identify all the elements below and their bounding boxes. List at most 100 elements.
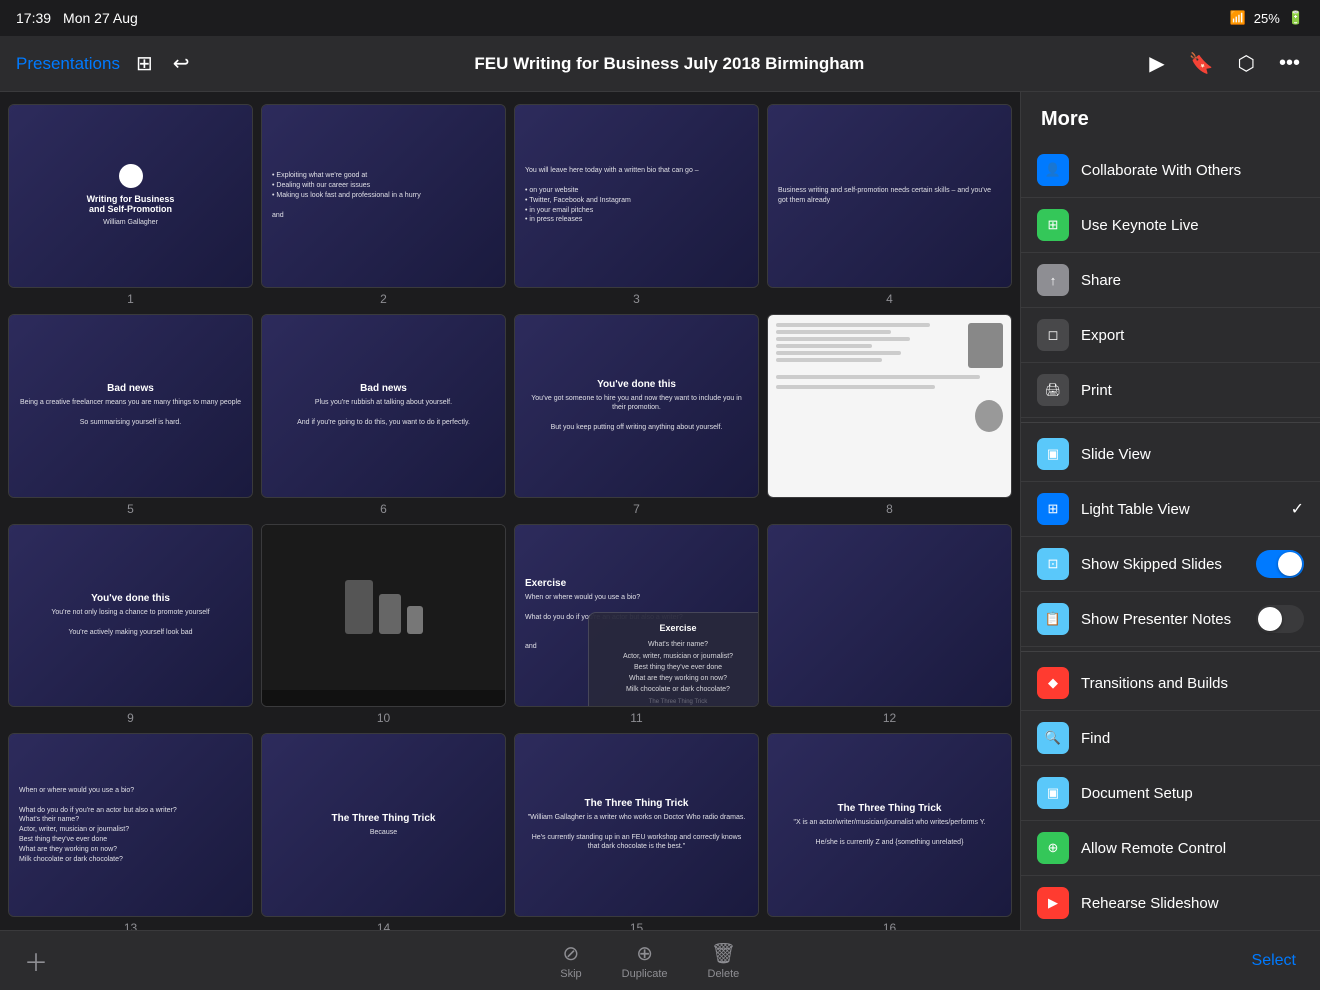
separator-transitions [1021,651,1320,652]
menu-icon-print: 🖨 [1037,374,1069,406]
slide-number-11: 11 [630,711,642,725]
slide-item-5[interactable]: Bad news Being a creative freelancer mea… [8,314,253,516]
main-area: Writing for Businessand Self-Promotion W… [0,92,1320,930]
slide-item-9[interactable]: You've done this You're not only losing … [8,524,253,726]
presentations-button[interactable]: Presentations [16,54,120,74]
slides-grid: Writing for Businessand Self-Promotion W… [8,104,1012,930]
play-button[interactable]: ▶ [1145,47,1168,80]
slide-item-7[interactable]: You've done this You've got someone to h… [514,314,759,516]
menu-item-remote[interactable]: ⊕ Allow Remote Control [1021,821,1320,876]
skip-button[interactable]: ⊘ Skip [560,941,581,980]
bottom-toolbar: ＋ ⊘ Skip ⊕ Duplicate 🗑 Delete Select [0,930,1320,990]
slide-thumb-16: The Three Thing Trick "X is an actor/wri… [767,733,1012,917]
slide-thumb-4: Business writing and self-promotion need… [767,104,1012,288]
menu-item-transitions[interactable]: ◆ Transitions and Builds [1021,656,1320,711]
menu-item-show-skipped[interactable]: ⊡ Show Skipped Slides [1021,537,1320,592]
slide-number-8: 8 [886,502,893,516]
grid-view-button[interactable]: ⊞ [132,47,157,80]
duplicate-button[interactable]: ⊕ Duplicate [622,941,668,980]
slide-number-16: 16 [883,921,896,930]
slide-number-3: 3 [633,292,640,306]
menu-icon-share: ↑ [1037,264,1069,296]
menu-icon-presenter-notes: 📋 [1037,603,1069,635]
toolbar-center: FEU Writing for Business July 2018 Birmi… [193,54,1145,74]
menu-label-presenter-notes: Show Presenter Notes [1081,611,1256,628]
separator-slide-view [1021,422,1320,423]
document-title: FEU Writing for Business July 2018 Birmi… [474,54,864,73]
menu-icon-remote: ⊕ [1037,832,1069,864]
toggle-show-skipped[interactable] [1256,550,1304,578]
slide-number-2: 2 [380,292,387,306]
slide-item-3[interactable]: You will leave here today with a written… [514,104,759,306]
slide-item-8[interactable]: 8 [767,314,1012,516]
menu-item-presenter-notes[interactable]: 📋 Show Presenter Notes [1021,592,1320,647]
status-left: 17:39 Mon 27 Aug [16,10,138,26]
toolbar-right: ▶ 🔖 ⬡ ••• [1145,47,1304,80]
menu-item-light-table[interactable]: ⊞ Light Table View ✓ [1021,482,1320,537]
shape-button[interactable]: ⬡ [1234,47,1259,80]
time: 17:39 [16,10,51,26]
slide-item-11[interactable]: Exercise When or where would you use a b… [514,524,759,726]
menu-label-doc-setup: Document Setup [1081,785,1304,802]
menu-item-find[interactable]: 🔍 Find [1021,711,1320,766]
slide-item-4[interactable]: Business writing and self-promotion need… [767,104,1012,306]
menu-label-keynote-live: Use Keynote Live [1081,217,1304,234]
menu-item-export[interactable]: ◻ Export [1021,308,1320,363]
menu-label-collaborate: Collaborate With Others [1081,162,1304,179]
slide-item-14[interactable]: The Three Thing Trick Because 14 [261,733,506,930]
slide-item-10[interactable]: 10 [261,524,506,726]
menu-icon-export: ◻ [1037,319,1069,351]
slide-thumb-3: You will leave here today with a written… [514,104,759,288]
slide-item-12[interactable]: 12 [767,524,1012,726]
more-button[interactable]: ••• [1275,48,1304,79]
skip-label: Skip [560,968,581,980]
menu-item-print[interactable]: 🖨 Print [1021,363,1320,418]
date: Mon 27 Aug [63,10,138,26]
delete-button[interactable]: 🗑 Delete [708,941,740,980]
skip-icon: ⊘ [563,941,580,966]
slide-number-14: 14 [377,921,390,930]
slide-number-13: 13 [124,921,137,930]
menu-item-share[interactable]: ↑ Share [1021,253,1320,308]
menu-label-transitions: Transitions and Builds [1081,675,1304,692]
undo-button[interactable]: ↩ [169,47,194,80]
menu-label-light-table: Light Table View [1081,501,1291,518]
slide-item-15[interactable]: The Three Thing Trick "William Gallagher… [514,733,759,930]
slide-thumb-8 [767,314,1012,498]
menu-item-slide-view[interactable]: ▣ Slide View [1021,427,1320,482]
menu-icon-show-skipped: ⊡ [1037,548,1069,580]
slide-thumb-11: Exercise When or where would you use a b… [514,524,759,708]
menu-label-export: Export [1081,327,1304,344]
delete-label: Delete [708,968,740,980]
duplicate-label: Duplicate [622,968,668,980]
menu-item-collaborate[interactable]: 👤 Collaborate With Others [1021,143,1320,198]
toolbar-left: Presentations ⊞ ↩ [16,47,193,80]
slide-thumb-1: Writing for Businessand Self-Promotion W… [8,104,253,288]
slide-thumb-6: Bad news Plus you're rubbish at talking … [261,314,506,498]
slide-number-4: 4 [886,292,893,306]
menu-icon-slide-view: ▣ [1037,438,1069,470]
slide-number-9: 9 [127,711,134,725]
toggle-presenter-notes[interactable] [1256,605,1304,633]
slide-item-1[interactable]: Writing for Businessand Self-Promotion W… [8,104,253,306]
menu-icon-rehearse: ▶ [1037,887,1069,919]
menu-label-slide-view: Slide View [1081,446,1304,463]
tooltip-overlay: Exercise What's their name?Actor, writer… [588,612,759,707]
menu-item-rehearse[interactable]: ▶ Rehearse Slideshow [1021,876,1320,930]
select-button[interactable]: Select [1252,952,1296,970]
menu-item-keynote-live[interactable]: ⊞ Use Keynote Live [1021,198,1320,253]
slide-number-10: 10 [377,711,390,725]
slide-item-16[interactable]: The Three Thing Trick "X is an actor/wri… [767,733,1012,930]
slide-thumb-2: • Exploiting what we're good at• Dealing… [261,104,506,288]
battery-icon: 🔋 [1288,10,1304,26]
add-slide-button[interactable]: ＋ [24,943,48,978]
menu-label-share: Share [1081,272,1304,289]
bookmark-button[interactable]: 🔖 [1185,47,1218,80]
slides-area[interactable]: Writing for Businessand Self-Promotion W… [0,92,1020,930]
slide-item-6[interactable]: Bad news Plus you're rubbish at talking … [261,314,506,516]
check-icon: ✓ [1291,499,1304,519]
menu-item-doc-setup[interactable]: ▣ Document Setup [1021,766,1320,821]
panel-header: More [1021,92,1320,143]
slide-item-13[interactable]: When or where would you use a bio?What d… [8,733,253,930]
slide-item-2[interactable]: • Exploiting what we're good at• Dealing… [261,104,506,306]
